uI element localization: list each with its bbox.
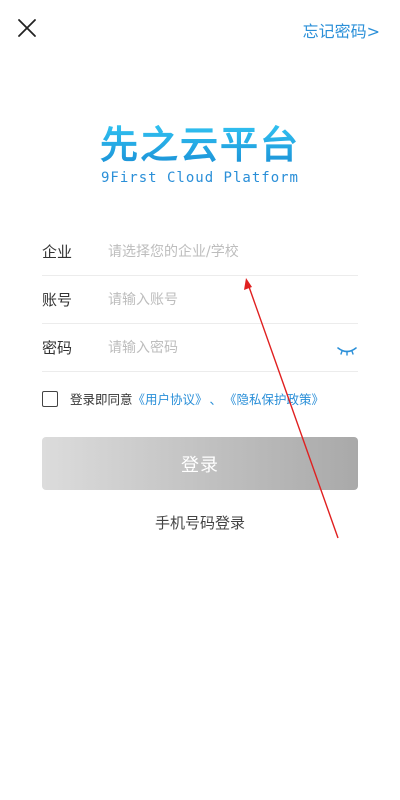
- password-label: 密码: [42, 339, 73, 357]
- login-form: 企业 账号 密码: [42, 228, 358, 372]
- agreement-prefix: 登录即同意: [70, 392, 133, 407]
- account-input[interactable]: [108, 284, 358, 315]
- password-row: 密码: [42, 324, 358, 372]
- close-icon[interactable]: [14, 15, 40, 41]
- eye-closed-icon[interactable]: [336, 342, 358, 356]
- phone-login-link[interactable]: 手机号码登录: [0, 512, 400, 533]
- account-label: 账号: [42, 291, 73, 309]
- agreement-separator: 、: [209, 392, 223, 407]
- logo-subtitle: 9First Cloud Platform: [100, 170, 299, 186]
- company-select-input[interactable]: [108, 236, 358, 267]
- forgot-password-link[interactable]: 忘记密码>: [303, 18, 380, 42]
- company-row[interactable]: 企业: [42, 228, 358, 276]
- agreement-row: 登录即同意 《用户协议》 、 《隐私保护政策》: [42, 389, 324, 408]
- privacy-policy-link[interactable]: 《隐私保护政策》: [224, 389, 324, 408]
- logo-title: 先之云平台: [88, 122, 312, 168]
- company-label: 企业: [42, 243, 73, 261]
- user-agreement-link[interactable]: 《用户协议》: [133, 389, 208, 408]
- app-logo: 先之云平台 9First Cloud Platform: [88, 122, 312, 186]
- login-button[interactable]: 登录: [42, 437, 358, 490]
- login-page: 忘记密码> 先之云平台 9First Cloud Platform 企业 账号 …: [0, 0, 400, 800]
- account-row: 账号: [42, 276, 358, 324]
- agreement-checkbox[interactable]: [42, 390, 58, 407]
- password-input[interactable]: [108, 332, 328, 363]
